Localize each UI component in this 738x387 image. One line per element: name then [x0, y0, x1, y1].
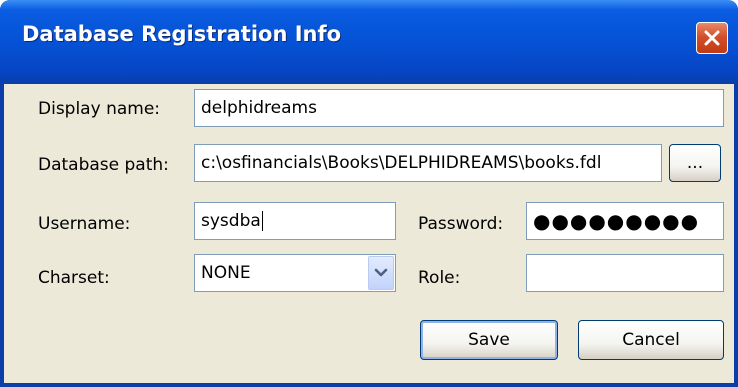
dialog-body: Display name: delphidreams Database path…	[4, 84, 734, 387]
chevron-down-icon	[374, 268, 388, 277]
password-input[interactable]: ●●●●●●●●●	[526, 202, 724, 240]
cancel-label: Cancel	[622, 330, 680, 350]
title-bar[interactable]: Database Registration Info	[0, 0, 738, 84]
username-value: sysdba	[201, 211, 261, 231]
database-path-input[interactable]: c:\osfinancials\Books\DELPHIDREAMS\books…	[194, 144, 662, 182]
database-path-value: c:\osfinancials\Books\DELPHIDREAMS\books…	[201, 153, 602, 173]
browse-button[interactable]: ...	[669, 144, 721, 182]
close-button[interactable]	[696, 22, 728, 54]
window-title: Database Registration Info	[22, 22, 342, 46]
charset-value: NONE	[201, 263, 251, 283]
text-caret	[261, 211, 263, 231]
password-value: ●●●●●●●●●	[533, 209, 700, 233]
save-label: Save	[468, 330, 510, 350]
database-path-label: Database path:	[38, 155, 169, 175]
dialog-window: Database Registration Info Display name:…	[0, 0, 738, 387]
close-icon	[704, 30, 720, 46]
display-name-value: delphidreams	[201, 98, 317, 118]
display-name-label: Display name:	[38, 99, 161, 119]
username-input[interactable]: sysdba	[194, 202, 396, 240]
cancel-button[interactable]: Cancel	[578, 320, 724, 360]
username-label: Username:	[38, 214, 131, 234]
display-name-input[interactable]: delphidreams	[194, 89, 724, 127]
browse-label: ...	[686, 153, 704, 173]
charset-label: Charset:	[38, 268, 110, 288]
role-label: Role:	[418, 268, 461, 288]
password-label: Password:	[418, 214, 504, 234]
charset-select[interactable]: NONE	[194, 254, 396, 292]
save-button[interactable]: Save	[420, 320, 558, 360]
role-input[interactable]	[526, 254, 724, 292]
charset-dropdown-button[interactable]	[368, 256, 394, 290]
